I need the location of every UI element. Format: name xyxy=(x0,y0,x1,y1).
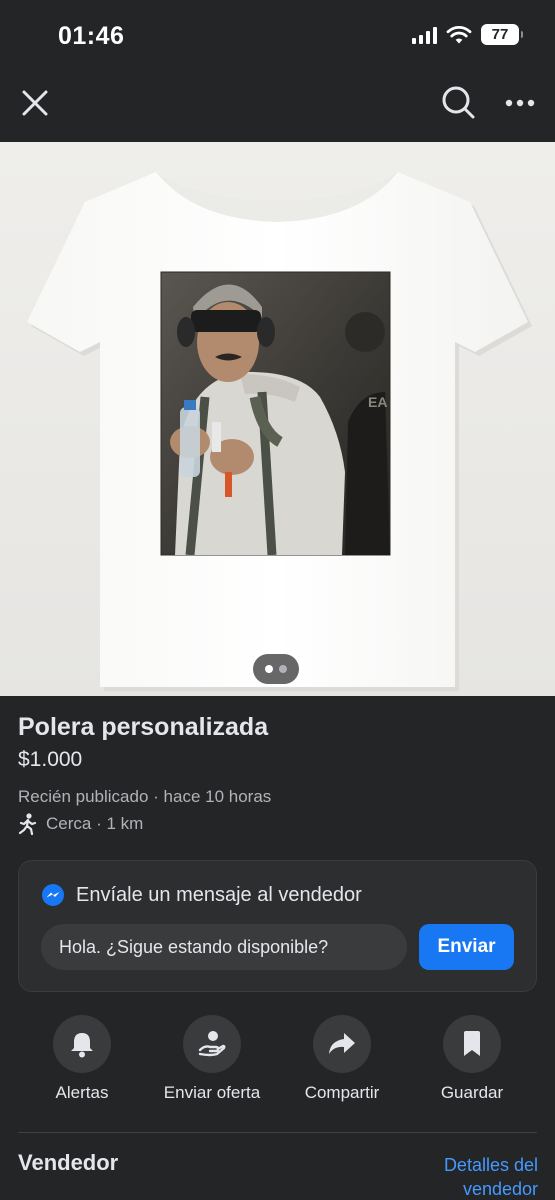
message-seller-card: Envíale un mensaje al vendedor Enviar xyxy=(18,860,537,992)
save-label: Guardar xyxy=(440,1083,504,1102)
battery-level: 77 xyxy=(491,26,509,43)
send-offer-button[interactable]: Enviar oferta xyxy=(147,1015,277,1103)
svg-text:EA: EA xyxy=(368,394,387,410)
bookmark-icon xyxy=(464,1031,480,1056)
close-icon[interactable] xyxy=(18,86,52,120)
status-time: 01:46 xyxy=(58,22,125,50)
seller-details-link[interactable]: Detalles del vendedor xyxy=(388,1153,538,1200)
battery-icon: 77 xyxy=(481,24,523,45)
bell-icon xyxy=(71,1033,93,1058)
message-input[interactable] xyxy=(41,924,407,970)
messenger-icon xyxy=(42,884,64,906)
wifi-icon xyxy=(446,25,472,43)
offer-hand-icon xyxy=(198,1031,226,1057)
divider xyxy=(18,1132,537,1133)
walking-person-icon xyxy=(18,813,37,835)
status-bar: 01:46 77 xyxy=(0,0,555,70)
send-offer-circle xyxy=(183,1015,241,1073)
save-button[interactable]: Guardar xyxy=(407,1015,537,1103)
message-header: Envíale un mensaje al vendedor xyxy=(41,883,362,907)
signal-icon xyxy=(412,26,437,44)
share-icon xyxy=(329,1033,355,1054)
seller-heading: Vendedor xyxy=(18,1150,119,1175)
alerts-circle xyxy=(53,1015,111,1073)
share-button[interactable]: Compartir xyxy=(277,1015,407,1103)
tshirt-photo: EA xyxy=(0,142,555,696)
location-info: Cerca · 1 km xyxy=(18,813,143,835)
share-label: Compartir xyxy=(304,1083,380,1102)
product-image[interactable]: EA xyxy=(0,142,555,696)
send-button[interactable]: Enviar xyxy=(419,924,514,970)
action-row: Alertas Enviar oferta Compartir Guardar xyxy=(0,1015,555,1105)
send-offer-label: Enviar oferta xyxy=(163,1083,261,1102)
listing-time: Recién publicado · hace 10 horas xyxy=(18,787,272,806)
alerts-button[interactable]: Alertas xyxy=(17,1015,147,1103)
location-text: Cerca · 1 km xyxy=(46,814,144,833)
alerts-label: Alertas xyxy=(55,1083,109,1102)
product-title: Polera personalizada xyxy=(18,713,269,741)
image-carousel-indicator[interactable] xyxy=(253,654,299,684)
nav-bar xyxy=(0,70,555,142)
product-price: $1.000 xyxy=(18,748,83,771)
more-icon[interactable] xyxy=(503,88,537,118)
share-circle xyxy=(313,1015,371,1073)
message-header-text: Envíale un mensaje al vendedor xyxy=(76,883,362,906)
save-circle xyxy=(443,1015,501,1073)
search-icon[interactable] xyxy=(440,84,476,120)
carousel-dot-active xyxy=(265,665,273,673)
status-icons: 77 xyxy=(412,24,523,45)
carousel-dot xyxy=(279,665,287,673)
